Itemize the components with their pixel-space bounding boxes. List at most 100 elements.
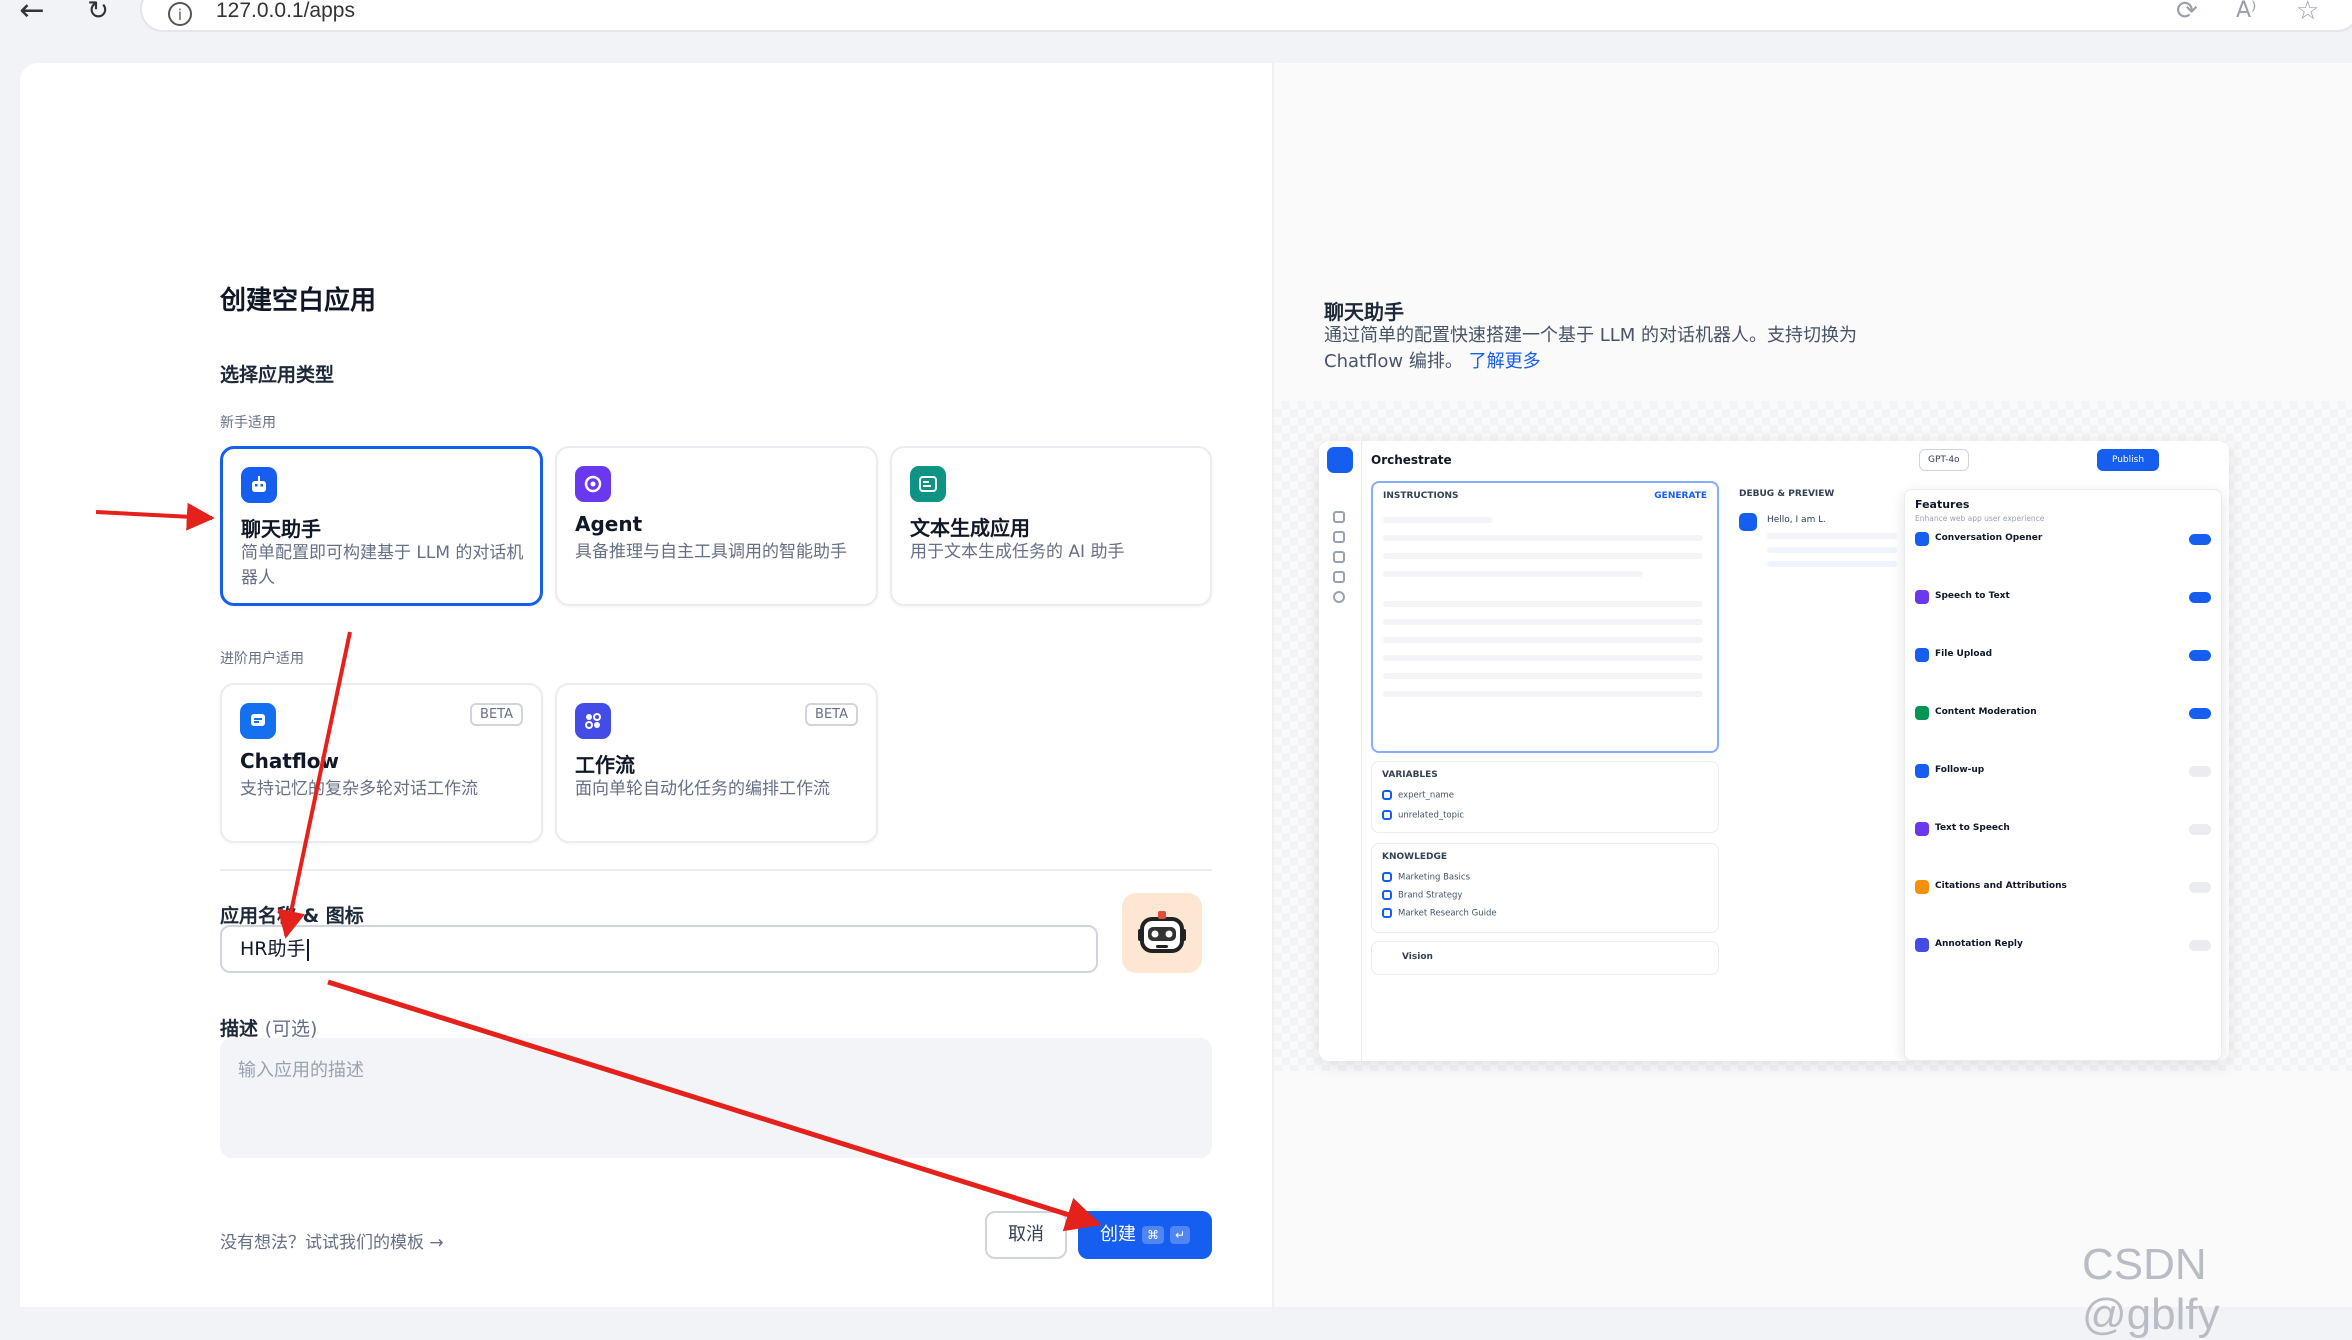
- type-card-workflow[interactable]: BETA 工作流 面向单轮自动化任务的编排工作流: [555, 683, 878, 843]
- mock-variable-row: expert_name: [1382, 790, 1708, 806]
- mock-logo-icon: [1327, 447, 1353, 473]
- type-name: 聊天助手: [241, 517, 321, 541]
- text-gen-icon: [910, 466, 946, 502]
- mock-features-panel: Features Enhance web app user experience…: [1904, 489, 2222, 1061]
- app-name-value: HR助手: [240, 938, 306, 960]
- mock-variables-panel: VARIABLES expert_name unrelated_topic: [1371, 761, 1719, 833]
- mock-feature-item: Annotation Reply: [1915, 938, 2211, 978]
- description-textarea[interactable]: 输入应用的描述: [220, 1038, 1212, 1158]
- mock-feature-item: Content Moderation: [1915, 706, 2211, 746]
- type-preview-panel: 聊天助手 通过简单的配置快速搭建一个基于 LLM 的对话机器人。支持切换为 Ch…: [1272, 63, 2352, 1307]
- mock-generate-label: GENERATE: [1654, 491, 1707, 501]
- mock-nav-icon: [1333, 571, 1345, 583]
- page-title: 创建空白应用: [220, 286, 377, 316]
- mock-nav-icon: [1333, 551, 1345, 563]
- app-type-section-title: 选择应用类型: [220, 364, 335, 386]
- cancel-button[interactable]: 取消: [985, 1211, 1067, 1259]
- preview-title: 聊天助手: [1324, 300, 1404, 324]
- mock-debug-label: DEBUG & PREVIEW: [1739, 489, 1835, 499]
- mock-features-subtitle: Enhance web app user experience: [1915, 514, 2045, 523]
- mock-feature-item: Follow-up: [1915, 764, 2211, 804]
- mock-instructions-panel: INSTRUCTIONS GENERATE: [1371, 481, 1719, 753]
- template-link[interactable]: 没有想法？试试我们的模板 →: [220, 1228, 444, 1253]
- orchestrate-mockup: Orchestrate GPT-4o Publish INSTRUCTIONS …: [1319, 441, 2229, 1061]
- address-bar[interactable]: i 127.0.0.1/apps: [140, 0, 2352, 32]
- type-desc: 简单配置即可构建基于 LLM 的对话机器人: [241, 543, 524, 588]
- preview-description-text: 通过简单的配置快速搭建一个基于 LLM 的对话机器人。支持切换为 Chatflo…: [1324, 325, 1858, 372]
- type-card-text-generator[interactable]: 文本生成应用 用于文本生成任务的 AI 助手: [890, 446, 1212, 606]
- mock-bot-avatar: [1739, 513, 1757, 531]
- mock-publish-button: Publish: [2097, 449, 2159, 471]
- preview-description: 通过简单的配置快速搭建一个基于 LLM 的对话机器人。支持切换为 Chatflo…: [1324, 323, 1884, 375]
- site-info-icon[interactable]: i: [168, 2, 192, 26]
- description-placeholder: 输入应用的描述: [238, 1060, 364, 1081]
- type-desc: 具备推理与自主工具调用的智能助手: [575, 542, 847, 562]
- group-label-advanced: 进阶用户适用: [220, 651, 304, 667]
- type-desc: 面向单轮自动化任务的编排工作流: [575, 779, 830, 799]
- mock-hello-text: Hello, I am L.: [1767, 515, 1827, 525]
- watermark: CSDN @gblfy: [2082, 1240, 2220, 1339]
- type-name: Agent: [575, 512, 643, 536]
- agent-icon: [575, 466, 611, 502]
- beta-badge: BETA: [470, 703, 523, 726]
- app-icon-picker[interactable]: [1122, 893, 1202, 973]
- mock-nav-icon: [1333, 511, 1345, 523]
- browser-toolbar: ← ↻ i 127.0.0.1/apps ⟳ A⁾ ☆: [0, 0, 2352, 40]
- arrow-right-icon: →: [429, 1233, 444, 1253]
- mock-variables-label: VARIABLES: [1382, 770, 1438, 780]
- mock-knowledge-row: Brand Strategy: [1382, 890, 1708, 906]
- app-name-label: 应用名称 & 图标: [220, 905, 364, 927]
- back-arrow-icon[interactable]: ←: [14, 0, 50, 28]
- type-card-agent[interactable]: Agent 具备推理与自主工具调用的智能助手: [555, 446, 878, 606]
- description-label: 描述 (可选): [220, 1014, 317, 1041]
- mock-knowledge-label: KNOWLEDGE: [1382, 852, 1447, 862]
- type-desc: 用于文本生成任务的 AI 助手: [910, 542, 1125, 562]
- favorite-star-icon[interactable]: ☆: [2296, 0, 2319, 26]
- mock-sidebar: [1319, 441, 1362, 1061]
- mock-vision-label: Vision: [1402, 952, 1433, 962]
- app-name-input[interactable]: HR助手: [220, 925, 1098, 973]
- enter-key-icon: ↵: [1170, 1226, 1191, 1244]
- mock-nav-icon: [1333, 531, 1345, 543]
- optional-hint: (可选): [264, 1018, 318, 1040]
- mock-feature-item: Text to Speech: [1915, 822, 2211, 862]
- mock-feature-item: Conversation Opener: [1915, 532, 2211, 572]
- learn-more-link[interactable]: 了解更多: [1469, 351, 1541, 372]
- type-name: 工作流: [575, 753, 635, 777]
- create-button[interactable]: 创建 ⌘ ↵: [1078, 1211, 1212, 1259]
- mock-feature-item: Speech to Text: [1915, 590, 2211, 630]
- chat-bot-icon: [241, 467, 277, 503]
- robot-avatar-icon: [1138, 911, 1186, 953]
- command-key-icon: ⌘: [1142, 1226, 1164, 1244]
- read-aloud-icon[interactable]: A⁾: [2236, 0, 2256, 23]
- mock-model-pill: GPT-4o: [1919, 449, 1969, 471]
- type-card-chat-assistant[interactable]: 聊天助手 简单配置即可构建基于 LLM 的对话机器人: [220, 446, 543, 606]
- workflow-icon: [575, 703, 611, 739]
- chatflow-icon: [240, 703, 276, 739]
- create-app-dialog: 创建空白应用 选择应用类型 新手适用 聊天助手 简单配置即可构建基于 LLM 的…: [20, 63, 2352, 1307]
- mock-header: Orchestrate: [1371, 453, 1452, 467]
- type-name: Chatflow: [240, 749, 340, 773]
- mock-feature-item: File Upload: [1915, 648, 2211, 688]
- beta-badge: BETA: [805, 703, 858, 726]
- mock-instructions-label: INSTRUCTIONS: [1383, 491, 1459, 501]
- mock-features-title: Features: [1915, 498, 1970, 511]
- section-divider: [220, 869, 1212, 871]
- type-card-chatflow[interactable]: BETA Chatflow 支持记忆的复杂多轮对话工作流: [220, 683, 543, 843]
- mock-feature-item: Citations and Attributions: [1915, 880, 2211, 920]
- create-button-label: 创建: [1100, 1224, 1136, 1245]
- group-label-beginner: 新手适用: [220, 415, 276, 431]
- template-link-text: 没有想法？试试我们的模板: [220, 1233, 424, 1253]
- preview-screenshot: Orchestrate GPT-4o Publish INSTRUCTIONS …: [1274, 401, 2352, 1071]
- type-desc: 支持记忆的复杂多轮对话工作流: [240, 779, 478, 799]
- description-label-text: 描述: [220, 1018, 259, 1040]
- mock-vision-panel: Vision: [1371, 941, 1719, 975]
- translate-icon[interactable]: ⟳: [2176, 0, 2198, 26]
- type-name: 文本生成应用: [910, 516, 1030, 540]
- mock-knowledge-row: Marketing Basics: [1382, 872, 1708, 888]
- url-text: 127.0.0.1/apps: [216, 0, 355, 22]
- reload-icon[interactable]: ↻: [80, 0, 116, 28]
- mock-knowledge-panel: KNOWLEDGE Marketing Basics Brand Strateg…: [1371, 843, 1719, 933]
- mock-knowledge-row: Market Research Guide: [1382, 908, 1708, 924]
- create-form: 创建空白应用 选择应用类型 新手适用 聊天助手 简单配置即可构建基于 LLM 的…: [20, 63, 1272, 1307]
